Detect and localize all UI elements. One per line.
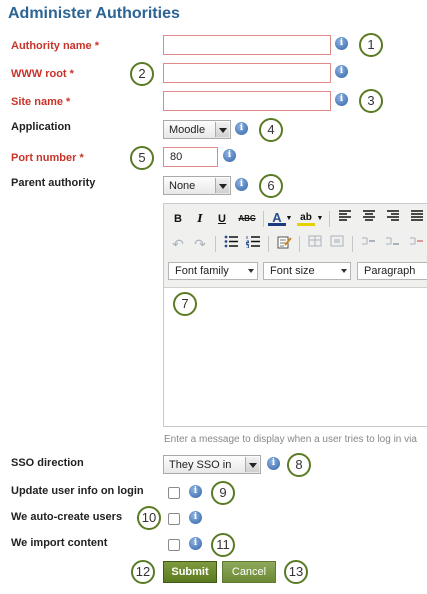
callout-3: 3	[359, 89, 383, 113]
callout-2: 2	[130, 62, 154, 86]
toolbar-separator	[299, 236, 300, 252]
underline-icon[interactable]: U	[213, 210, 231, 228]
import-content-checkbox[interactable]	[168, 539, 180, 551]
chevron-down-icon	[248, 269, 254, 273]
authority-name-label: Authority name *	[11, 40, 100, 52]
bold-icon[interactable]: B	[169, 210, 187, 228]
chevron-down-icon[interactable]: ▼	[316, 210, 324, 228]
table-props-icon[interactable]	[328, 235, 346, 253]
submit-button[interactable]: Submit	[163, 561, 217, 583]
insert-row-before-icon[interactable]	[359, 235, 377, 253]
port-number-label: Port number *	[11, 152, 84, 164]
update-user-info-info-icon[interactable]: i	[189, 485, 202, 498]
callout-9: 9	[211, 481, 235, 505]
chevron-down-icon	[245, 457, 259, 472]
www-root-input[interactable]	[163, 63, 331, 83]
application-info-icon[interactable]: i	[235, 122, 248, 135]
toolbar-separator	[268, 236, 269, 252]
paragraph-format-select[interactable]: Paragraph	[357, 262, 427, 280]
auto-create-users-info-icon[interactable]: i	[189, 511, 202, 524]
auto-create-users-checkbox[interactable]	[168, 513, 180, 525]
import-content-info-icon[interactable]: i	[189, 537, 202, 550]
align-left-icon[interactable]	[336, 210, 354, 228]
site-name-label: Site name *	[11, 96, 71, 108]
www-root-label: WWW root *	[11, 68, 74, 80]
edit-html-icon[interactable]	[275, 235, 293, 253]
callout-7: 7	[173, 292, 197, 316]
strikethrough-icon[interactable]: ABC	[236, 210, 258, 228]
port-number-info-icon[interactable]: i	[223, 149, 236, 162]
toolbar-separator	[215, 236, 216, 252]
align-right-icon[interactable]	[384, 210, 402, 228]
redo-icon[interactable]: ↷	[191, 235, 209, 253]
port-number-value: 80	[170, 151, 183, 163]
font-family-select[interactable]: Font family	[168, 262, 258, 280]
chevron-down-icon	[215, 122, 229, 137]
table-icon[interactable]	[306, 235, 324, 253]
callout-10: 10	[137, 506, 161, 530]
cancel-button[interactable]: Cancel	[222, 561, 276, 583]
update-user-info-checkbox[interactable]	[168, 487, 180, 499]
chevron-down-icon[interactable]: ▼	[285, 210, 293, 228]
editor-toolbar: B I U ABC A ▼ ab ▼ ↶ ↷ Font family Font …	[164, 204, 427, 288]
text-color-icon[interactable]: A	[268, 209, 286, 226]
callout-13: 13	[284, 560, 308, 584]
editor-hint: Enter a message to display when a user t…	[164, 434, 417, 445]
callout-1: 1	[359, 33, 383, 57]
editor-content-area[interactable]	[164, 288, 427, 426]
font-family-value: Font family	[175, 265, 229, 277]
paragraph-format-value: Paragraph	[364, 265, 416, 277]
highlight-color-icon[interactable]: ab	[297, 209, 315, 226]
sso-direction-select[interactable]: They SSO in	[163, 455, 261, 474]
site-name-input[interactable]	[163, 91, 331, 111]
parent-authority-selected-value: None	[169, 180, 196, 192]
message-editor: B I U ABC A ▼ ab ▼ ↶ ↷ Font family Font …	[163, 203, 427, 427]
callout-4: 4	[259, 118, 283, 142]
port-number-input[interactable]: 80	[163, 147, 218, 167]
toolbar-separator	[352, 236, 353, 252]
application-label: Application	[11, 121, 71, 133]
align-center-icon[interactable]	[360, 210, 378, 228]
application-select[interactable]: Moodle	[163, 120, 231, 139]
callout-8: 8	[287, 453, 311, 477]
bullet-list-icon[interactable]	[222, 235, 240, 253]
sso-direction-info-icon[interactable]: i	[267, 457, 280, 470]
callout-11: 11	[211, 533, 235, 557]
undo-icon[interactable]: ↶	[169, 235, 187, 253]
parent-authority-label: Parent authority	[11, 177, 96, 189]
authority-name-input[interactable]	[163, 35, 331, 55]
font-size-value: Font size	[270, 265, 315, 277]
site-name-info-icon[interactable]: i	[335, 93, 348, 106]
chevron-down-icon	[215, 178, 229, 193]
import-content-label: We import content	[11, 537, 108, 549]
auto-create-users-label: We auto-create users	[11, 511, 123, 523]
italic-icon[interactable]: I	[191, 210, 209, 228]
callout-6: 6	[259, 174, 283, 198]
callout-12: 12	[131, 560, 155, 584]
www-root-info-icon[interactable]: i	[335, 65, 348, 78]
align-justify-icon[interactable]	[408, 210, 426, 228]
application-selected-value: Moodle	[169, 124, 206, 136]
delete-row-icon[interactable]	[407, 235, 425, 253]
parent-authority-info-icon[interactable]: i	[235, 178, 248, 191]
toolbar-separator	[329, 211, 330, 227]
authority-name-info-icon[interactable]: i	[335, 37, 348, 50]
insert-row-after-icon[interactable]	[383, 235, 401, 253]
callout-5: 5	[130, 146, 154, 170]
sso-direction-label: SSO direction	[11, 457, 84, 469]
parent-authority-select[interactable]: None	[163, 176, 231, 195]
numbered-list-icon[interactable]	[244, 235, 262, 253]
chevron-down-icon	[341, 269, 347, 273]
sso-direction-selected-value: They SSO in	[169, 459, 232, 471]
update-user-info-label: Update user info on login	[11, 485, 144, 497]
font-size-select[interactable]: Font size	[263, 262, 351, 280]
toolbar-separator	[263, 211, 264, 227]
page-title: Administer Authorities	[8, 5, 180, 22]
